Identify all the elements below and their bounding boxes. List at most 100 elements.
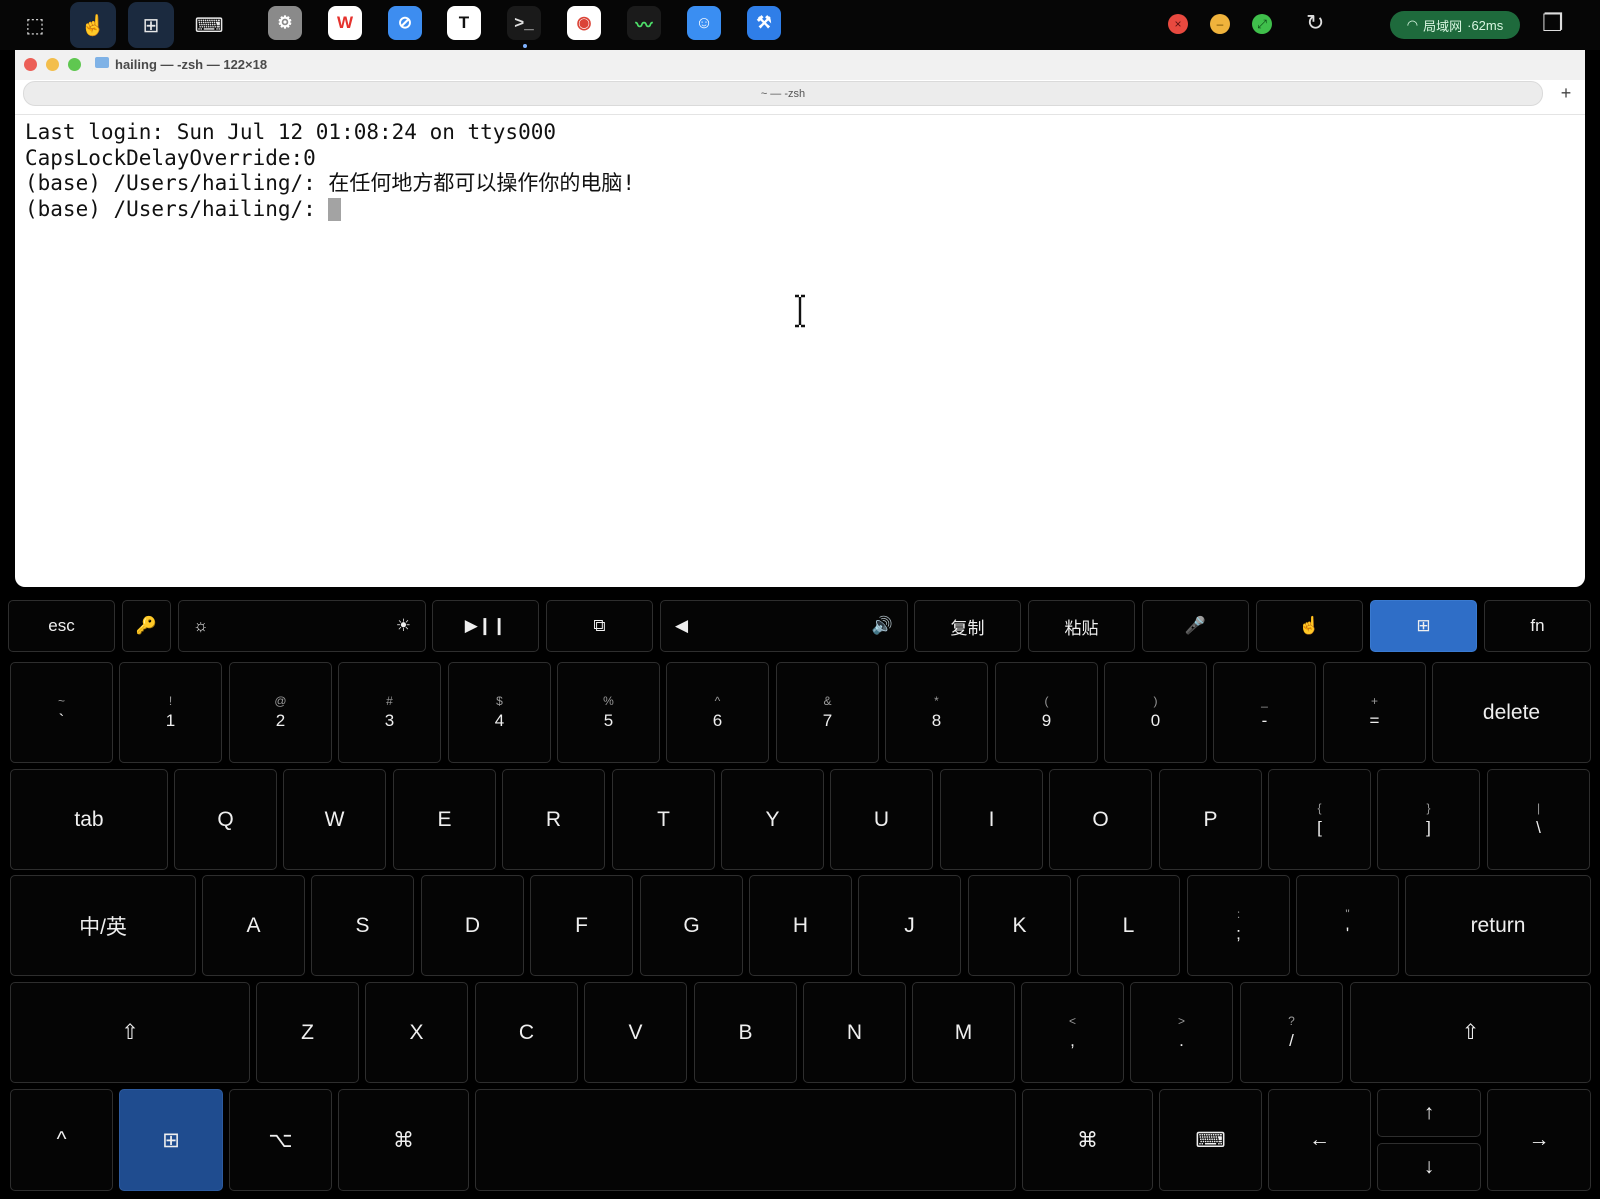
new-tab-button[interactable]: + [1555, 82, 1577, 104]
brightness-slider[interactable]: ☼ ☀ [178, 600, 426, 652]
arrow-left-key[interactable]: ← [1268, 1089, 1371, 1191]
minimize-dot-icon[interactable]: – [1210, 14, 1230, 34]
key-t[interactable]: T [612, 769, 715, 870]
key-7[interactable]: & 7 [776, 662, 879, 763]
key-d[interactable]: D [421, 875, 524, 976]
right-command-key[interactable]: ⌘ [1022, 1089, 1153, 1191]
safari-icon[interactable]: ⊘ [388, 6, 422, 40]
chrome-icon[interactable]: ◉ [567, 6, 601, 40]
return-key[interactable]: return [1405, 875, 1591, 976]
screen-toggle-key[interactable]: ⊞ [119, 1089, 223, 1191]
language-switch-key[interactable]: 中/英 [10, 875, 196, 976]
key-v[interactable]: V [584, 982, 687, 1083]
hand-pointer-icon[interactable]: ☝ [70, 2, 116, 48]
key-x[interactable]: X [365, 982, 468, 1083]
key-6[interactable]: ^ 6 [666, 662, 769, 763]
arrow-up-key[interactable]: ↑ [1377, 1089, 1481, 1137]
key-period[interactable]: >. [1130, 982, 1233, 1083]
key-w[interactable]: W [283, 769, 386, 870]
key-b[interactable]: B [694, 982, 797, 1083]
keyboard-icon[interactable]: ⌨ [186, 2, 232, 48]
key-a[interactable]: A [202, 875, 305, 976]
terminal-window[interactable]: hailing — -zsh — 122×18 ~ — -zsh + Last … [15, 50, 1585, 587]
key-m[interactable]: M [912, 982, 1015, 1083]
key-o[interactable]: O [1049, 769, 1152, 870]
key-e[interactable]: E [393, 769, 496, 870]
key-icon[interactable]: 🔑 [122, 600, 171, 652]
key-backslash[interactable]: | \ [1487, 769, 1590, 870]
key-z[interactable]: Z [256, 982, 359, 1083]
key-semicolon[interactable]: :; [1187, 875, 1290, 976]
key-close-bracket[interactable]: }] [1377, 769, 1480, 870]
microphone-key[interactable]: 🎤 [1142, 600, 1249, 652]
terminal-output[interactable]: Last login: Sun Jul 12 01:08:24 on ttys0… [25, 120, 1565, 222]
copy-key[interactable]: 复制 [914, 600, 1021, 652]
key-comma[interactable]: <, [1021, 982, 1124, 1083]
key-p[interactable]: P [1159, 769, 1262, 870]
finder-icon[interactable]: ☺ [687, 6, 721, 40]
arrow-right-key[interactable]: → [1487, 1089, 1591, 1191]
play-pause-key[interactable]: ▶❙❙ [432, 600, 539, 652]
key-h[interactable]: H [749, 875, 852, 976]
key--[interactable]: _ - [1213, 662, 1316, 763]
key-5[interactable]: % 5 [557, 662, 660, 763]
settings-icon[interactable]: ⚙ [268, 6, 302, 40]
key-=[interactable]: + = [1323, 662, 1426, 763]
key-i[interactable]: I [940, 769, 1043, 870]
key-4[interactable]: $4 [448, 662, 551, 763]
key-g[interactable]: G [640, 875, 743, 976]
keyboard-hide-key[interactable]: ⌨ [1159, 1089, 1262, 1191]
key-n[interactable]: N [803, 982, 906, 1083]
key-open-bracket[interactable]: {[ [1268, 769, 1371, 870]
key-k[interactable]: K [968, 875, 1071, 976]
left-command-key[interactable]: ⌘ [338, 1089, 469, 1191]
wps-icon[interactable]: W [328, 6, 362, 40]
key-c[interactable]: C [475, 982, 578, 1083]
mission-control-key[interactable]: ⧉ [546, 600, 653, 652]
activity-monitor-icon[interactable]: 〰 [627, 6, 661, 40]
right-shift-key[interactable]: ⇧ [1350, 982, 1591, 1083]
terminal-minimize-button[interactable] [46, 58, 59, 71]
key-9[interactable]: (9 [995, 662, 1098, 763]
tab-key[interactable]: tab [10, 769, 168, 870]
selection-icon[interactable]: ⬚ [12, 2, 58, 48]
key-0[interactable]: ) 0 [1104, 662, 1207, 763]
key-y[interactable]: Y [721, 769, 824, 870]
windows-icon[interactable]: ❐ [1542, 9, 1564, 38]
left-shift-key[interactable]: ⇧ [10, 982, 250, 1083]
typora-icon[interactable]: T [447, 6, 481, 40]
key-f[interactable]: F [530, 875, 633, 976]
esc-key[interactable]: esc [8, 600, 115, 652]
key-quote[interactable]: " ' [1296, 875, 1399, 976]
grid-key[interactable]: ⊞ [1370, 600, 1477, 652]
key-2[interactable]: @2 [229, 662, 332, 763]
tab-zsh[interactable]: ~ — -zsh [23, 81, 1543, 106]
paste-key[interactable]: 粘贴 [1028, 600, 1135, 652]
xcode-icon[interactable]: ⚒ [747, 6, 781, 40]
delete-key[interactable]: delete [1432, 662, 1591, 763]
terminal-close-button[interactable] [24, 58, 37, 71]
key-r[interactable]: R [502, 769, 605, 870]
close-dot-icon[interactable]: × [1168, 14, 1188, 34]
terminal-icon[interactable]: >_ [507, 6, 541, 40]
key-8[interactable]: * 8 [885, 662, 988, 763]
network-status-badge[interactable]: ◠ 局域网 ·62ms [1390, 11, 1520, 39]
key-3[interactable]: #3 [338, 662, 441, 763]
screen-add-icon[interactable]: ⊞ [128, 2, 174, 48]
key-l[interactable]: L [1077, 875, 1180, 976]
arrow-down-key[interactable]: ↓ [1377, 1143, 1481, 1191]
option-key[interactable]: ⌥ [229, 1089, 332, 1191]
refresh-icon[interactable]: ↻ [1306, 10, 1324, 36]
key-1[interactable]: ! 1 [119, 662, 222, 763]
fn-key[interactable]: fn [1484, 600, 1591, 652]
maximize-dot-icon[interactable]: ⤢ [1252, 14, 1272, 34]
gesture-key[interactable]: ☝ [1256, 600, 1363, 652]
key-q[interactable]: Q [174, 769, 277, 870]
space-key[interactable] [475, 1089, 1016, 1191]
key-slash[interactable]: ? / [1240, 982, 1343, 1083]
key-s[interactable]: S [311, 875, 414, 976]
volume-slider[interactable]: ◀ 🔊 [660, 600, 908, 652]
key-j[interactable]: J [858, 875, 961, 976]
key-backtick[interactable]: ~ ` [10, 662, 113, 763]
key-u[interactable]: U [830, 769, 933, 870]
